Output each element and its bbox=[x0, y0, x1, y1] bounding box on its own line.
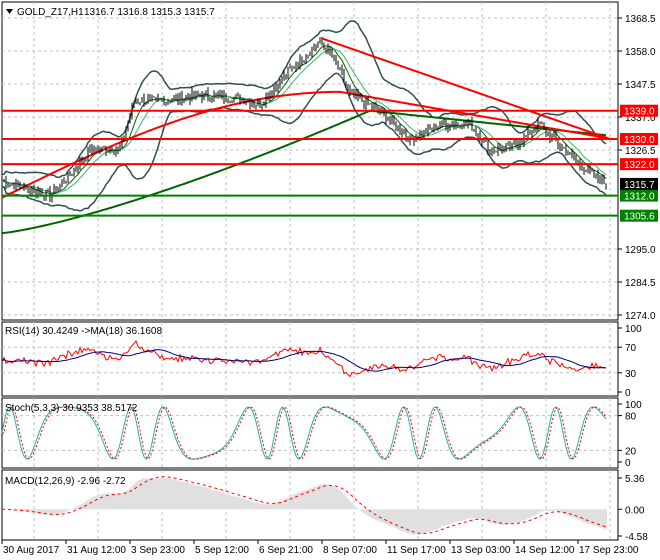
current-price-label: 1315.7 bbox=[624, 180, 655, 191]
indicator-tick-label: -4.58 bbox=[625, 532, 648, 543]
indicator-tick-label: 100 bbox=[625, 400, 642, 411]
indicator-tick-label: 0 bbox=[625, 388, 631, 399]
stoch-panel bbox=[1, 406, 618, 460]
price-tick-label: 1326.5 bbox=[625, 146, 656, 157]
level-label: 1330.0 bbox=[624, 135, 655, 146]
price-tick-label: 1284.5 bbox=[625, 278, 656, 289]
price-tick-label: 1358.0 bbox=[625, 47, 656, 58]
rsi-line bbox=[1, 339, 607, 378]
macd-label: MACD(12,26,9) -2.96 -2.72 bbox=[5, 476, 126, 487]
time-label: 30 Aug 2017 bbox=[3, 545, 60, 556]
indicator-tick-label: 0.00 bbox=[625, 505, 645, 516]
indicator-tick-label: 20 bbox=[625, 446, 637, 457]
time-label: 8 Sep 07:00 bbox=[323, 545, 377, 556]
time-label: 5 Sep 12:00 bbox=[195, 545, 249, 556]
stoch-label: Stoch(5,3,3) 30.9353 38.5172 bbox=[5, 403, 138, 414]
ma-medium bbox=[2, 48, 607, 194]
rsi-ma-line bbox=[1, 349, 606, 372]
trading-chart[interactable]: 1368.5 1358.0 1347.5 1337.0 1326.5 1295.0 1284… bbox=[0, 0, 660, 560]
price-panel bbox=[1, 20, 618, 235]
level-label: 1339.0 bbox=[624, 107, 655, 118]
price-tick-label: 1368.5 bbox=[625, 14, 656, 25]
level-label: 1305.6 bbox=[624, 212, 655, 223]
grid bbox=[1, 1, 619, 541]
level-label: 1322.0 bbox=[624, 160, 655, 171]
price-tick-label: 1347.5 bbox=[625, 80, 656, 91]
axes: 1368.51358.01347.51337.01326.51295.01284… bbox=[1, 14, 658, 556]
time-label: 3 Sep 23:00 bbox=[131, 545, 185, 556]
time-label: 11 Sep 17:00 bbox=[387, 545, 446, 556]
indicator-tick-label: 70 bbox=[625, 343, 637, 354]
ohlc-label: 1316.7 1316.8 1315.3 1315.7 bbox=[84, 7, 215, 18]
price-tick-label: 1295.0 bbox=[625, 245, 656, 256]
time-label: 14 Sep 12:00 bbox=[515, 545, 575, 556]
indicator-tick-label: 0 bbox=[625, 458, 631, 469]
indicator-tick-label: 100 bbox=[625, 324, 642, 335]
rsi-panel bbox=[1, 339, 618, 378]
panel-frame bbox=[1, 1, 619, 321]
collapse-triangle-icon[interactable] bbox=[6, 9, 13, 14]
time-label: 13 Sep 03:00 bbox=[451, 545, 511, 556]
ma-fast bbox=[2, 45, 607, 195]
time-label: 6 Sep 21:00 bbox=[259, 545, 313, 556]
indicator-tick-label: 5.36 bbox=[625, 474, 645, 485]
price-tick-label: 1274.0 bbox=[625, 311, 656, 322]
level-label: 1312.0 bbox=[624, 192, 655, 203]
indicator-tick-label: 80 bbox=[625, 412, 637, 423]
symbol-label: GOLD_Z17,H1 bbox=[17, 7, 84, 18]
chart-canvas[interactable]: 1368.51358.01347.51337.01326.51295.01284… bbox=[0, 0, 660, 560]
time-label: 31 Aug 12:00 bbox=[67, 545, 126, 556]
rsi-label: RSI(14) 30.4249 ->MA(18) 36.1608 bbox=[5, 326, 162, 337]
stoch-main-line bbox=[1, 406, 607, 460]
time-label: 17 Sep 23:00 bbox=[579, 545, 639, 556]
indicator-tick-label: 30 bbox=[625, 369, 637, 380]
